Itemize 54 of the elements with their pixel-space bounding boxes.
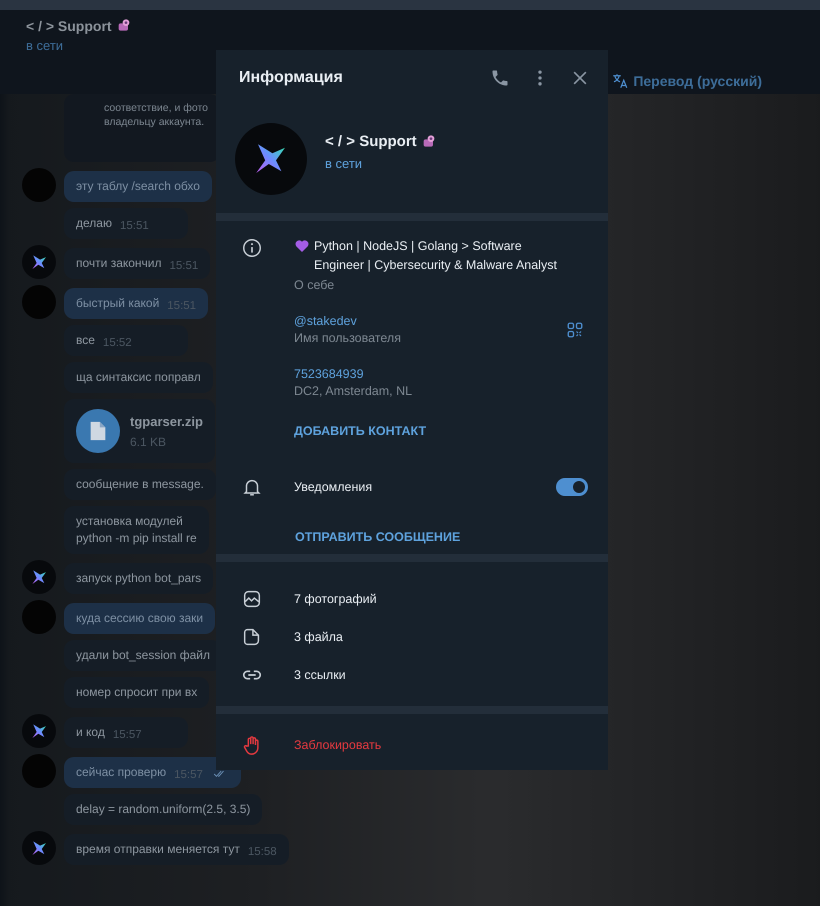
translate-icon	[611, 72, 630, 90]
message-time: 15:57	[112, 729, 142, 741]
message-text: delay = random.uniform(2.5, 3.5)	[76, 801, 250, 818]
message-text: и код	[76, 724, 105, 741]
message-time: 15:58	[248, 846, 277, 858]
message-text: сообщение в message.	[76, 476, 204, 493]
bio-text: Python | NodeJS | Golang > Software Engineer | Cybersecurity & Malware Analyst	[314, 238, 558, 274]
field-label: О себе	[294, 278, 336, 292]
message-text: куда сессию свою заки	[76, 610, 204, 627]
file-size: 6.1 KB	[130, 434, 168, 448]
message-text: запуск python bot_pars	[76, 570, 202, 587]
qr-code-icon[interactable]	[566, 320, 584, 338]
message-time: 15:51	[170, 260, 198, 272]
online-status: в сети	[325, 156, 364, 171]
message-text: ща синтаксис поправл	[76, 369, 201, 386]
heart-icon	[294, 238, 310, 254]
message-text: быстрый какой	[76, 295, 160, 312]
sticker-icon	[420, 134, 437, 150]
field-label: Имя пользователя	[294, 331, 401, 345]
media-row[interactable]: 7 фотографий	[216, 580, 608, 618]
notifications-toggle[interactable]	[556, 478, 588, 496]
add-contact-button[interactable]: ДОБАВИТЬ КОНТАКТ	[294, 424, 426, 438]
message-text: удали bot_session файл	[76, 647, 210, 664]
translate-button[interactable]: Перевод (русский)	[611, 72, 762, 90]
media-row[interactable]: 3 файла	[216, 618, 608, 656]
user-id: 7523684939	[294, 367, 365, 381]
message-text: владельцу аккаунта.	[104, 116, 204, 128]
block-button[interactable]: Заблокировать	[216, 714, 608, 756]
panel-title: Информация	[239, 69, 343, 87]
profile-name: < / > Support	[325, 133, 417, 150]
message-text: установка модулей	[76, 513, 184, 530]
username-link[interactable]: @stakedev	[294, 314, 401, 328]
phone-icon[interactable]	[490, 68, 510, 88]
file-name[interactable]: tgparser.zip	[130, 414, 203, 428]
photo-icon	[241, 588, 263, 610]
message-text: эту таблу /search обхо	[76, 178, 200, 195]
file-icon	[76, 409, 120, 453]
message-text: python -m pip install re	[76, 530, 197, 547]
message-text: сейчас проверю	[76, 764, 166, 781]
message-text: номер спросит при вх	[76, 684, 198, 701]
message-time: 15:52	[102, 337, 132, 349]
notifications-label: Уведомления	[294, 480, 374, 494]
message-text: все	[76, 332, 95, 349]
info-icon	[241, 237, 263, 259]
message-text: почти закончил	[76, 255, 162, 272]
message-time: 15:51	[120, 220, 149, 232]
chat-title: < / > Support	[26, 18, 112, 34]
media-row[interactable]: 3 ссылки	[216, 656, 608, 694]
send-message-button[interactable]: ОТПРАВИТЬ СООБЩЕНИЕ	[295, 530, 460, 544]
message-text: делаю	[76, 215, 112, 232]
message-text: соответствие, и фото	[104, 102, 208, 114]
online-status: в сети	[26, 38, 64, 53]
field-label: DC2, Amsterdam, NL	[294, 384, 414, 398]
message-text: время отправки меняется тут	[76, 841, 240, 858]
